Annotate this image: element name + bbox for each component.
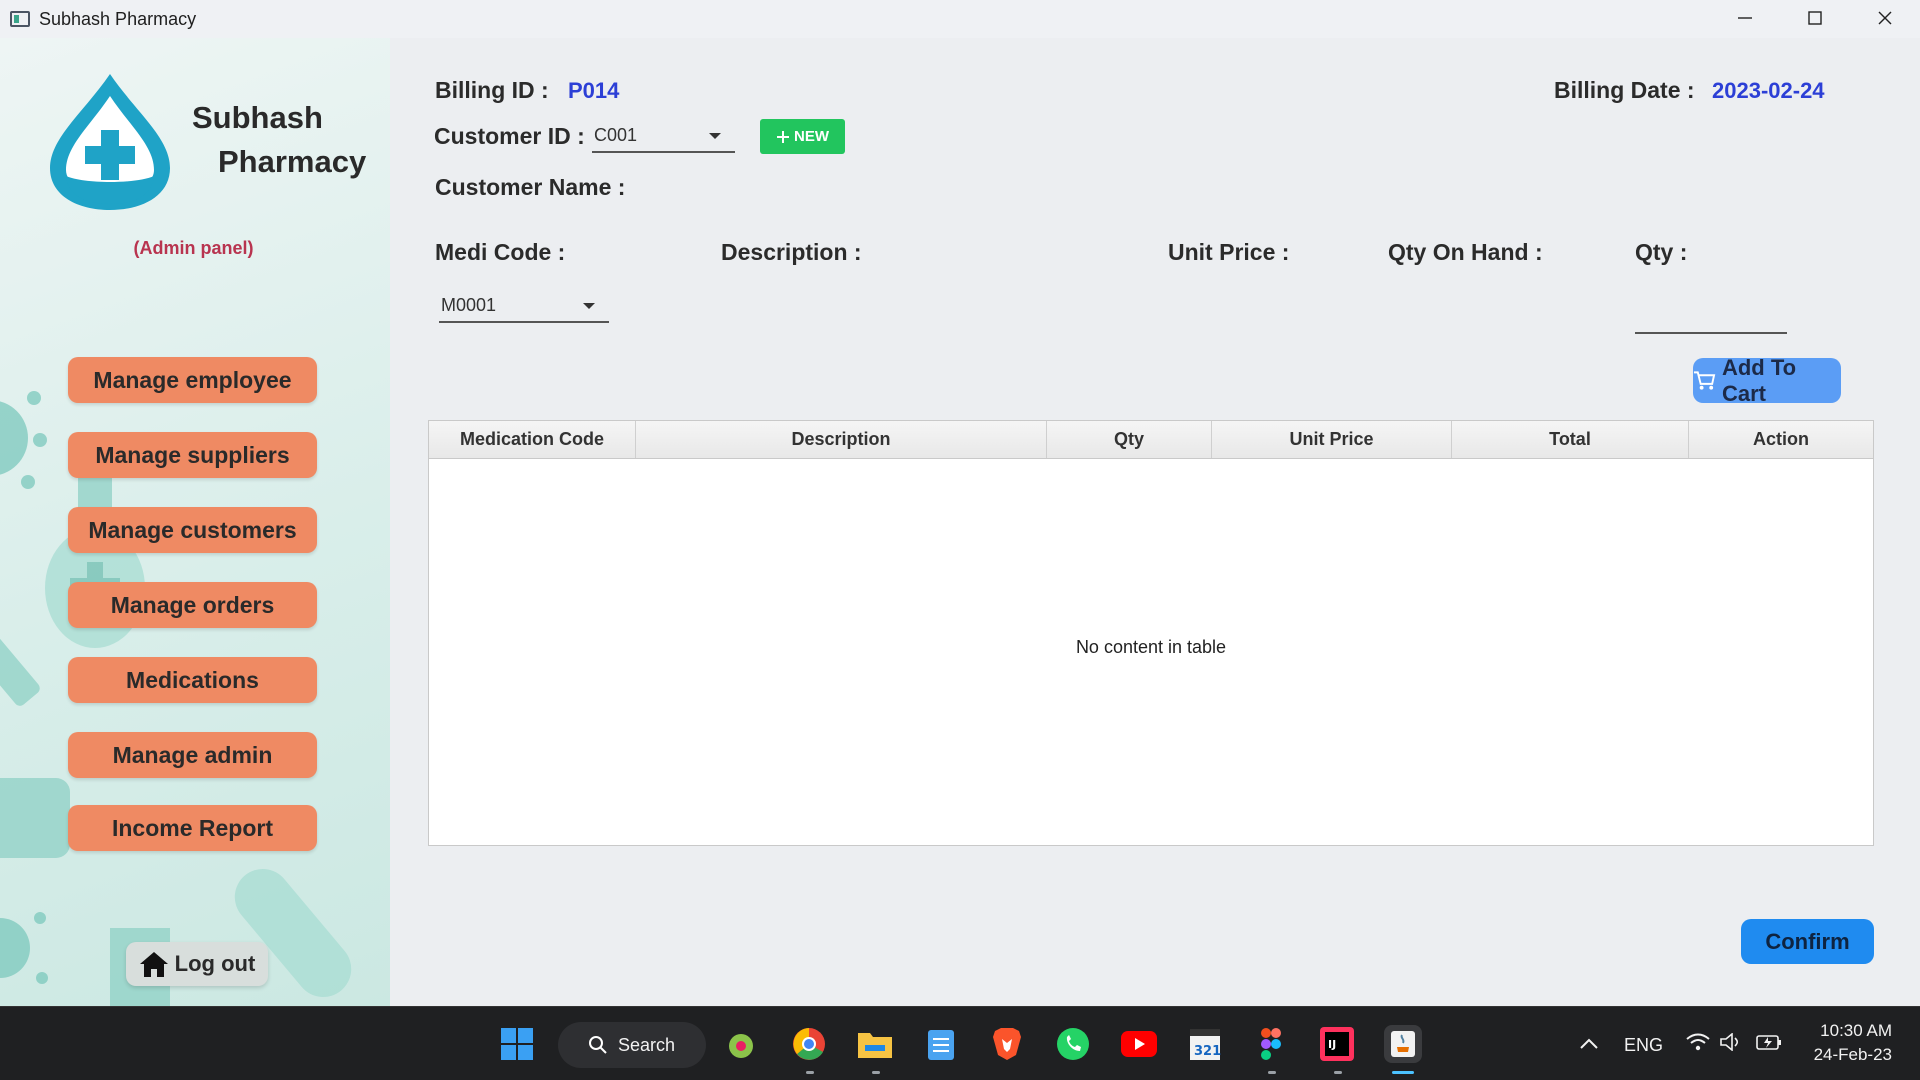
plus-icon: [777, 130, 789, 143]
income-report-button[interactable]: Income Report: [68, 805, 317, 851]
column-header[interactable]: Medication Code: [429, 421, 636, 458]
file-explorer-icon[interactable]: [856, 1025, 894, 1063]
system-clock[interactable]: 10:30 AM 24-Feb-23: [1814, 1019, 1892, 1067]
chevron-down-icon: [709, 133, 721, 139]
column-header[interactable]: Description: [636, 421, 1047, 458]
minimize-button[interactable]: [1710, 0, 1780, 36]
notepad-icon[interactable]: [922, 1025, 960, 1063]
table-empty-message: No content in table: [1075, 637, 1227, 657]
chevron-down-icon: [583, 303, 595, 309]
manage-customers-button[interactable]: Manage customers: [68, 507, 317, 553]
manage-admin-button[interactable]: Manage admin: [68, 732, 317, 778]
column-header[interactable]: Unit Price: [1212, 421, 1452, 458]
billing-id-label: Billing ID :: [435, 77, 549, 103]
medi-code-combo[interactable]: M0001: [439, 289, 609, 323]
customer-id-value: C001: [594, 124, 638, 145]
app-icon: [10, 11, 30, 27]
clock-time: 10:30 AM: [1820, 1021, 1892, 1040]
search-label: Search: [618, 1034, 676, 1055]
new-button-label: NEW: [794, 128, 829, 145]
language-indicator[interactable]: ENG: [1624, 1035, 1663, 1056]
close-button[interactable]: [1850, 0, 1920, 36]
home-icon: [139, 952, 168, 977]
brave-browser-icon[interactable]: [988, 1025, 1026, 1063]
manage-suppliers-button[interactable]: Manage suppliers: [68, 432, 317, 478]
figma-icon[interactable]: [1252, 1025, 1290, 1063]
chrome-icon[interactable]: [790, 1025, 828, 1063]
qty-on-hand-label: Qty On Hand :: [1388, 239, 1543, 265]
tray-overflow-chevron-icon[interactable]: [1580, 1033, 1598, 1054]
billing-date-value: 2023-02-24: [1712, 78, 1825, 103]
cart-icon: [1693, 370, 1716, 390]
drop-cross-logo-icon: [50, 74, 170, 210]
logout-button[interactable]: Log out: [126, 942, 268, 986]
whatsapp-icon[interactable]: [1054, 1025, 1092, 1063]
youtube-icon[interactable]: [1120, 1025, 1158, 1063]
java-app-icon[interactable]: [1384, 1025, 1422, 1063]
wifi-icon[interactable]: [1686, 1033, 1710, 1056]
maximize-icon: [1808, 11, 1822, 25]
chameleon-app-icon[interactable]: [724, 1025, 762, 1063]
manage-orders-button[interactable]: Manage orders: [68, 582, 317, 628]
volume-icon[interactable]: [1720, 1032, 1742, 1056]
clock-date: 24-Feb-23: [1813, 1045, 1892, 1064]
minimize-icon: [1738, 17, 1752, 19]
billing-id-value: P014: [568, 78, 620, 103]
pharmacy-logo: [44, 72, 176, 212]
customer-id-combo[interactable]: C001: [592, 119, 735, 153]
medi-code-label: Medi Code :: [435, 239, 566, 265]
battery-icon[interactable]: [1756, 1033, 1782, 1056]
qty-input[interactable]: [1635, 332, 1787, 334]
start-button[interactable]: [498, 1025, 536, 1063]
unit-price-label: Unit Price :: [1168, 239, 1290, 265]
intellij-idea-icon[interactable]: IJ: [1318, 1025, 1356, 1063]
window-title: Subhash Pharmacy: [39, 8, 197, 29]
windows-logo-icon: [501, 1028, 533, 1060]
column-header[interactable]: Qty: [1047, 421, 1212, 458]
column-header[interactable]: Action: [1689, 421, 1873, 458]
title-bar: Subhash Pharmacy: [0, 0, 1920, 38]
video-editor-icon[interactable]: 321: [1186, 1025, 1224, 1063]
qty-label: Qty :: [1635, 239, 1688, 265]
logout-label: Log out: [174, 951, 256, 976]
customer-name-label: Customer Name :: [435, 174, 626, 200]
confirm-button[interactable]: Confirm: [1741, 919, 1874, 964]
table-header: Medication Code Description Qty Unit Pri…: [429, 421, 1873, 459]
cart-table[interactable]: Medication Code Description Qty Unit Pri…: [428, 420, 1874, 846]
maximize-button[interactable]: [1780, 0, 1850, 36]
sidebar: Subhash Pharmacy (Admin panel) Manage em…: [0, 38, 390, 1006]
column-header[interactable]: Total: [1452, 421, 1689, 458]
manage-employee-button[interactable]: Manage employee: [68, 357, 317, 403]
taskbar-search[interactable]: Search: [558, 1022, 706, 1068]
description-label: Description :: [721, 239, 862, 265]
admin-panel-label: (Admin panel): [133, 238, 254, 258]
medications-button[interactable]: Medications: [68, 657, 317, 703]
brand-name-line1: Subhash: [192, 100, 323, 135]
search-icon: [589, 1036, 607, 1054]
taskbar: Search 321 IJ ENG 10:30 AM 24-Feb-23: [0, 1006, 1920, 1080]
virus-decoration-2-icon: [0, 912, 48, 984]
customer-id-label: Customer ID :: [434, 123, 585, 149]
add-to-cart-label: Add To Cart: [1721, 354, 1797, 406]
svg-text:IJ: IJ: [1328, 1038, 1336, 1051]
billing-date-label: Billing Date :: [1554, 77, 1695, 103]
close-icon: [1878, 11, 1892, 25]
medi-code-value: M0001: [441, 294, 497, 315]
new-customer-button[interactable]: NEW: [760, 119, 845, 154]
svg-text:321: 321: [1194, 1044, 1221, 1059]
brand-name-line2: Pharmacy: [218, 144, 367, 179]
billing-panel: Billing ID : P014 Billing Date : 2023-02…: [390, 38, 1920, 1006]
add-to-cart-button[interactable]: Add To Cart: [1693, 355, 1841, 406]
